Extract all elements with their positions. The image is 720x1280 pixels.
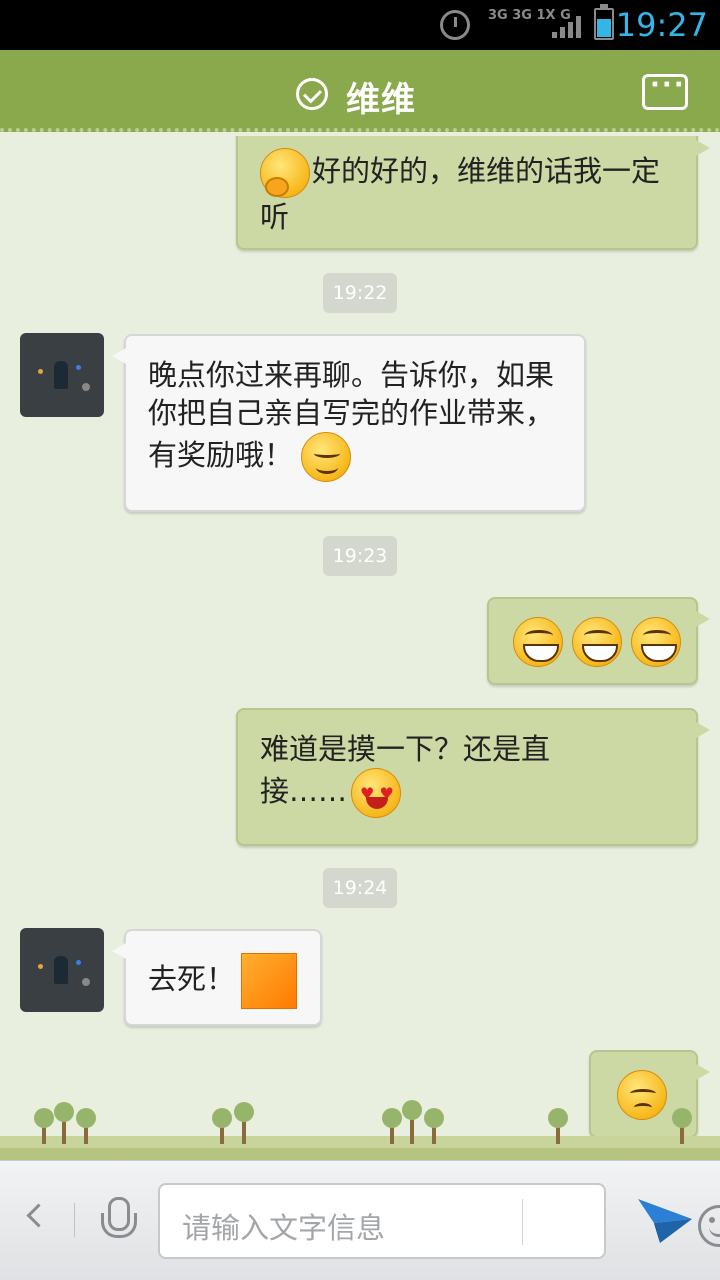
alarm-icon — [440, 10, 470, 40]
image-placeholder-icon — [241, 953, 298, 1009]
status-clock: 19:27 — [615, 6, 708, 44]
heart-eyes-emoji-icon — [351, 768, 402, 818]
grin-emoji-icon — [572, 617, 623, 667]
message-bubble-received[interactable]: 晚点你过来再聊。告诉你，如果你把自己亲自写完的作业带来，有奖励哦！ — [112, 334, 586, 512]
timestamp: 19:24 — [323, 868, 397, 908]
contact-name: 维维 — [346, 80, 416, 120]
grin-emoji-icon — [513, 617, 563, 667]
message-text: 去死！ — [148, 962, 236, 996]
status-bar: 3G 3G 1X G 19:27 — [0, 0, 720, 50]
message-input[interactable]: 请输入文字信息 — [158, 1183, 720, 1259]
timestamp: 19:23 — [323, 536, 397, 576]
grin-emoji-icon — [631, 617, 682, 667]
check-circle-icon — [296, 78, 328, 110]
divider — [74, 1203, 75, 1237]
microphone-icon[interactable] — [98, 1197, 137, 1243]
message-text: 难道是摸一下？还是直接…… — [260, 732, 551, 808]
smiley-icon[interactable] — [698, 1205, 720, 1247]
message-bubble-sent[interactable] — [487, 597, 710, 685]
message-input-bar: 请输入文字信息 — [0, 1160, 720, 1280]
timestamp: 19:22 — [323, 273, 397, 313]
message-bubble-sent[interactable]: 好的好的，维维的话我一定听 — [236, 136, 710, 250]
divider — [522, 1199, 523, 1245]
decorative-landscape — [0, 1100, 720, 1160]
message-bubble-sent[interactable]: 难道是摸一下？还是直接…… — [236, 708, 710, 846]
chevron-left-icon[interactable] — [24, 1199, 44, 1235]
more-dots-icon[interactable] — [642, 70, 688, 110]
chat-header: 维维 — [0, 50, 720, 132]
message-text: 晚点你过来再聊。告诉你，如果你把自己亲自写完的作业带来，有奖励哦！ — [148, 358, 555, 472]
message-bubble-received[interactable]: 去死！ — [112, 929, 322, 1026]
avatar[interactable] — [20, 333, 104, 417]
send-plane-icon[interactable] — [636, 1193, 694, 1245]
message-text: 好的好的，维维的话我一定听 — [260, 154, 661, 234]
signal-bars-icon — [552, 14, 584, 38]
shy-emoji-icon — [260, 148, 310, 198]
smile-emoji-icon — [301, 432, 352, 482]
battery-icon — [594, 4, 614, 40]
avatar[interactable] — [20, 928, 104, 1012]
chat-messages[interactable]: 好的好的，维维的话我一定听 19:22 晚点你过来再聊。告诉你，如果你把自己亲自… — [0, 136, 720, 1160]
message-input-placeholder: 请输入文字信息 — [182, 1211, 386, 1245]
